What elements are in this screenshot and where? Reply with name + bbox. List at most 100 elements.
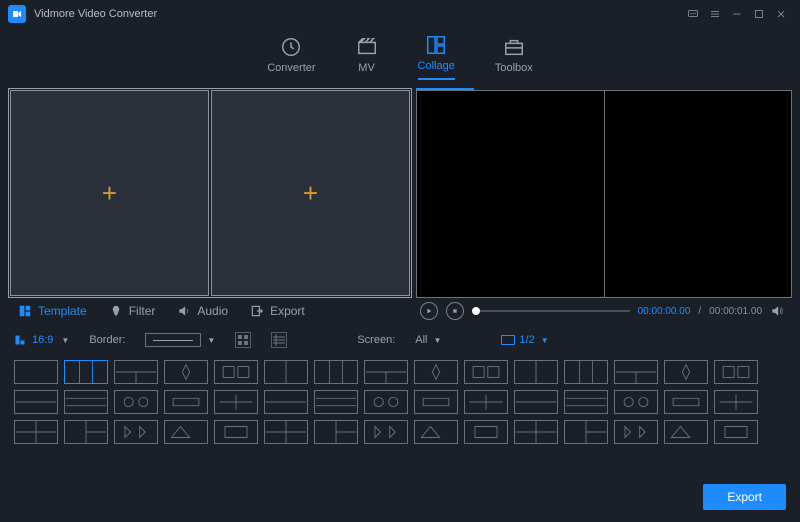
- template-thumb[interactable]: [64, 420, 108, 444]
- collage-grid: + +: [8, 88, 412, 298]
- seek-handle[interactable]: [472, 307, 480, 315]
- template-thumb[interactable]: [364, 390, 408, 414]
- tab-template[interactable]: Template: [18, 304, 87, 318]
- template-thumb[interactable]: [414, 420, 458, 444]
- template-thumb[interactable]: [64, 360, 108, 384]
- export-button[interactable]: Export: [703, 484, 786, 510]
- template-thumb[interactable]: [714, 390, 758, 414]
- playback-controls: 00:00:00.00 / 00:00:01.00: [412, 298, 792, 324]
- collage-cell-2[interactable]: +: [211, 90, 410, 296]
- nav-label: Converter: [267, 62, 315, 74]
- template-thumb[interactable]: [664, 360, 708, 384]
- feedback-icon[interactable]: [682, 3, 704, 25]
- template-thumb[interactable]: [614, 420, 658, 444]
- time-sep: /: [698, 306, 701, 317]
- nav-mv[interactable]: MV: [356, 36, 378, 80]
- template-thumb[interactable]: [564, 360, 608, 384]
- template-thumb[interactable]: [464, 390, 508, 414]
- close-button[interactable]: [770, 3, 792, 25]
- workspace: + +: [0, 84, 800, 298]
- border-label: Border:: [89, 334, 125, 346]
- template-thumb[interactable]: [664, 420, 708, 444]
- tab-export[interactable]: Export: [250, 304, 305, 318]
- collage-icon: [425, 34, 447, 56]
- template-thumb[interactable]: [14, 390, 58, 414]
- template-thumb[interactable]: [564, 420, 608, 444]
- nav-converter[interactable]: Converter: [267, 36, 315, 80]
- template-thumb[interactable]: [164, 390, 208, 414]
- converter-icon: [280, 36, 302, 58]
- template-thumb[interactable]: [614, 360, 658, 384]
- template-thumb[interactable]: [314, 360, 358, 384]
- page-select[interactable]: 1/2 ▼: [501, 334, 548, 346]
- mv-icon: [356, 36, 378, 58]
- nav-toolbox[interactable]: Toolbox: [495, 36, 533, 80]
- stop-button[interactable]: [446, 302, 464, 320]
- template-options: 16:9 ▼ Border: ▼ Screen: All ▼ 1/2 ▼: [0, 324, 800, 356]
- tab-label: Audio: [197, 304, 228, 318]
- template-thumb[interactable]: [114, 360, 158, 384]
- template-thumb[interactable]: [314, 420, 358, 444]
- minimize-button[interactable]: [726, 3, 748, 25]
- template-thumb[interactable]: [64, 390, 108, 414]
- template-thumb[interactable]: [264, 360, 308, 384]
- border-color-button[interactable]: [235, 332, 251, 348]
- template-thumb[interactable]: [114, 420, 158, 444]
- current-time: 00:00:00.00: [638, 306, 691, 317]
- tab-filter[interactable]: Filter: [109, 304, 156, 318]
- template-thumb[interactable]: [264, 420, 308, 444]
- border-pattern-button[interactable]: [271, 332, 287, 348]
- template-thumb[interactable]: [614, 390, 658, 414]
- template-thumb[interactable]: [214, 420, 258, 444]
- template-thumb[interactable]: [714, 420, 758, 444]
- add-media-icon: +: [303, 178, 318, 209]
- template-grid: [0, 356, 800, 444]
- app-window: Vidmore Video Converter Converter MV Col…: [0, 0, 800, 522]
- filter-icon: [109, 304, 123, 318]
- template-thumb[interactable]: [164, 420, 208, 444]
- add-media-icon: +: [102, 178, 117, 209]
- template-thumb[interactable]: [14, 420, 58, 444]
- nav-label: MV: [358, 62, 375, 74]
- template-thumb[interactable]: [564, 390, 608, 414]
- export-icon: [250, 304, 264, 318]
- maximize-button[interactable]: [748, 3, 770, 25]
- total-time: 00:00:01.00: [709, 306, 762, 317]
- template-thumb[interactable]: [414, 390, 458, 414]
- border-style-select[interactable]: ▼: [145, 333, 215, 347]
- menu-icon[interactable]: [704, 3, 726, 25]
- aspect-ratio-select[interactable]: 16:9 ▼: [14, 334, 69, 346]
- template-thumb[interactable]: [114, 390, 158, 414]
- template-thumb[interactable]: [214, 390, 258, 414]
- template-thumb[interactable]: [14, 360, 58, 384]
- template-thumb[interactable]: [714, 360, 758, 384]
- play-button[interactable]: [420, 302, 438, 320]
- collage-cell-1[interactable]: +: [10, 90, 209, 296]
- app-logo-icon: [8, 5, 26, 23]
- template-thumb[interactable]: [464, 360, 508, 384]
- template-thumb[interactable]: [514, 360, 558, 384]
- tab-audio[interactable]: Audio: [177, 304, 228, 318]
- template-thumb[interactable]: [164, 360, 208, 384]
- preview-panel: [416, 88, 792, 298]
- screen-select[interactable]: All ▼: [415, 334, 441, 346]
- edit-tabs: Template Filter Audio Export: [8, 298, 412, 322]
- template-thumb[interactable]: [414, 360, 458, 384]
- volume-icon[interactable]: [770, 304, 784, 318]
- template-thumb[interactable]: [514, 420, 558, 444]
- template-thumb[interactable]: [364, 420, 408, 444]
- screen-icon: [501, 335, 515, 345]
- seek-bar[interactable]: [472, 310, 630, 312]
- template-thumb[interactable]: [264, 390, 308, 414]
- preview-left: [417, 91, 605, 297]
- template-thumb[interactable]: [214, 360, 258, 384]
- page-value: 1/2: [519, 334, 534, 346]
- template-thumb[interactable]: [464, 420, 508, 444]
- template-thumb[interactable]: [664, 390, 708, 414]
- tab-label: Template: [38, 304, 87, 318]
- template-thumb[interactable]: [364, 360, 408, 384]
- top-nav: Converter MV Collage Toolbox: [0, 28, 800, 84]
- template-thumb[interactable]: [514, 390, 558, 414]
- nav-collage[interactable]: Collage: [418, 34, 455, 80]
- template-thumb[interactable]: [314, 390, 358, 414]
